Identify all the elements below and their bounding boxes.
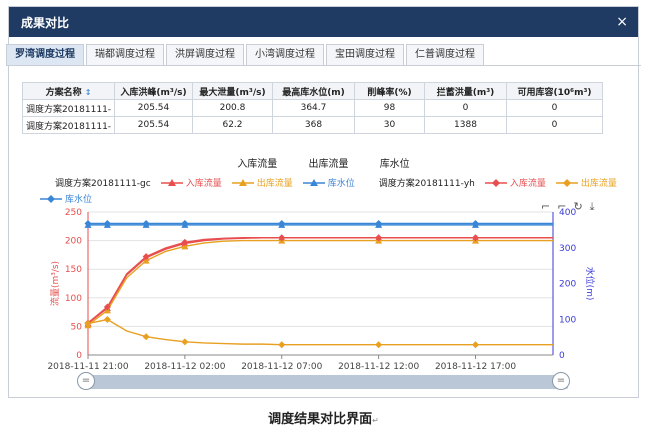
data-point — [103, 219, 111, 227]
data-point — [278, 341, 286, 349]
data-point — [472, 219, 479, 227]
y-left-tick-label: 100 — [65, 294, 82, 304]
data-point — [375, 341, 383, 349]
y-right-axis-label: 水位(m) — [584, 267, 596, 301]
y-right-tick-label: 200 — [559, 280, 576, 290]
figure-caption: 调度结果对比界面↵ — [268, 412, 379, 427]
data-point — [84, 219, 92, 227]
y-left-tick-label: 150 — [65, 265, 82, 275]
series-line-gc-0 — [87, 237, 553, 325]
y-right-tick-label: 300 — [559, 244, 576, 254]
x-tick-label: 2018-11-12 02:00 — [144, 362, 225, 372]
x-tick-label: 2018-11-12 12:00 — [338, 362, 419, 372]
datazoom-slider[interactable] — [80, 375, 568, 389]
y-right-tick-label: 0 — [559, 351, 565, 361]
y-right-tick-label: 400 — [559, 208, 576, 218]
y-left-tick-label: 200 — [65, 237, 82, 247]
data-point — [142, 219, 150, 227]
x-tick-label: 2018-11-11 21:00 — [47, 362, 128, 372]
data-point — [181, 219, 189, 227]
y-left-axis-label: 流量(m³/s) — [49, 261, 61, 306]
slider-right-handle[interactable]: = — [552, 372, 570, 390]
y-right-tick-label: 100 — [559, 315, 576, 325]
series-line-yh-3 — [87, 237, 553, 324]
slider-left-handle[interactable]: = — [77, 372, 95, 390]
x-tick-label: 2018-11-12 07:00 — [241, 362, 322, 372]
data-point — [103, 316, 111, 324]
y-left-tick-label: 50 — [71, 322, 83, 332]
series-line-yh-4 — [87, 318, 553, 346]
data-point — [142, 333, 150, 341]
y-left-tick-label: 0 — [76, 351, 82, 361]
y-left-tick-label: 250 — [65, 208, 82, 218]
data-point — [472, 341, 479, 349]
data-point — [375, 219, 383, 227]
paragraph-mark: ↵ — [372, 416, 379, 425]
data-point — [278, 219, 286, 227]
x-tick-label: 2018-11-12 17:00 — [435, 362, 516, 372]
data-point — [181, 338, 189, 346]
